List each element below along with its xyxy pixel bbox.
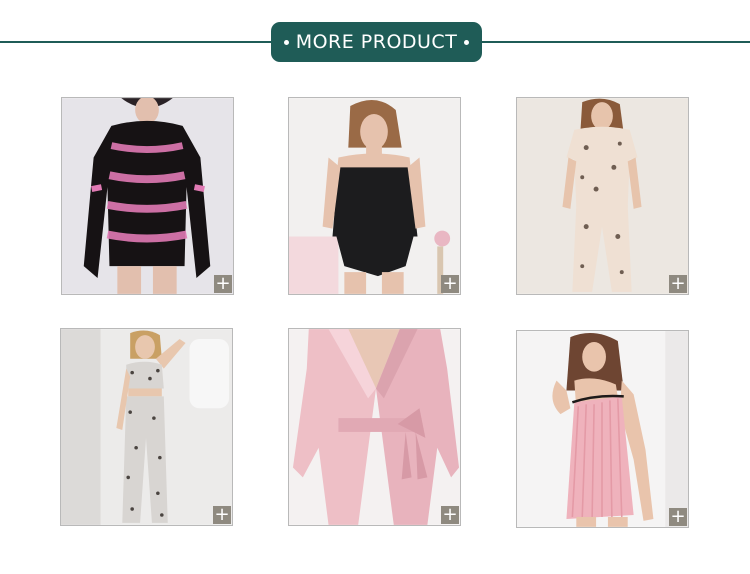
product-card-tie-dye-romper[interactable]: +	[61, 97, 234, 295]
bullet-dot-right	[464, 39, 470, 45]
plus-icon[interactable]: +	[441, 506, 459, 524]
plus-icon[interactable]: +	[213, 506, 231, 524]
product-card-black-cami-set[interactable]: +	[288, 97, 461, 295]
section-title-banner: MORE PRODUCT	[271, 22, 482, 62]
plus-icon[interactable]: +	[669, 275, 687, 293]
product-photo-floral-pajama-set	[517, 98, 688, 294]
product-card-pink-stripe-slip-dress[interactable]: +	[516, 330, 689, 528]
product-card-floral-pajama-set[interactable]: +	[516, 97, 689, 295]
product-photo-pink-stripe-slip-dress	[517, 331, 688, 527]
plus-icon[interactable]: +	[669, 508, 687, 526]
product-card-leopard-pajama-set[interactable]: +	[60, 328, 233, 526]
plus-icon[interactable]: +	[441, 275, 459, 293]
product-photo-leopard-pajama-set	[61, 329, 232, 525]
bullet-dot-left	[283, 39, 289, 45]
product-photo-tie-dye-romper	[62, 98, 233, 294]
product-card-pink-satin-robe[interactable]: +	[288, 328, 461, 526]
section-title: MORE PRODUCT	[295, 31, 458, 53]
product-photo-pink-satin-robe	[289, 329, 460, 525]
plus-icon[interactable]: +	[214, 275, 232, 293]
product-photo-black-cami-set	[289, 98, 460, 294]
